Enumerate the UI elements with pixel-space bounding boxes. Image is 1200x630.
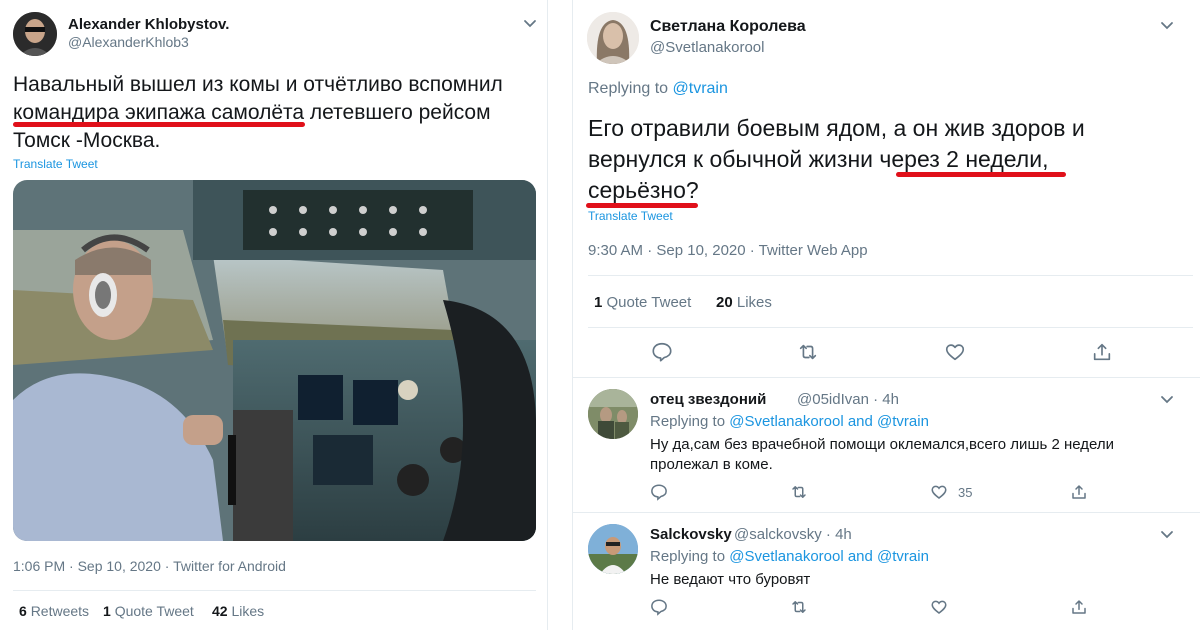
retweets-count: 6 bbox=[19, 603, 27, 619]
likes-label: Likes bbox=[736, 294, 772, 311]
divider bbox=[588, 327, 1193, 328]
tweet-text-line-3: Томск -Москва. bbox=[13, 129, 161, 152]
panel-gap bbox=[548, 0, 572, 630]
translate-tweet-link[interactable]: Translate Tweet bbox=[13, 157, 98, 171]
replying-to-prefix: Replying to bbox=[650, 548, 730, 565]
reply-icon[interactable] bbox=[650, 598, 668, 616]
likes-count: 42 bbox=[212, 603, 228, 619]
reply-time: · 4h bbox=[873, 391, 899, 408]
author-handle[interactable]: @05idIvan · 4h bbox=[797, 391, 899, 408]
reply-tweet[interactable]: Salckovsky @salckovsky · 4h Replying to … bbox=[573, 513, 1200, 630]
tweet-timestamp[interactable]: 1:06 PM · Sep 10, 2020 · Twitter for And… bbox=[13, 558, 286, 574]
red-underline bbox=[13, 122, 305, 127]
replying-to-link[interactable]: @Svetlanakorool and @tvrain bbox=[729, 413, 929, 430]
author-handle[interactable]: @AlexanderKhlob3 bbox=[68, 34, 189, 50]
quote-tweets-stat[interactable]: 1 Quote Tweet bbox=[594, 294, 691, 311]
avatar[interactable] bbox=[587, 12, 639, 64]
avatar[interactable] bbox=[588, 389, 638, 439]
avatar[interactable] bbox=[13, 12, 57, 56]
avatar-photo bbox=[588, 389, 638, 439]
share-icon[interactable] bbox=[1091, 341, 1113, 363]
tweet-timestamp[interactable]: 9:30 AM · Sep 10, 2020 · Twitter Web App bbox=[588, 242, 868, 259]
retweets-stat[interactable]: 6 Retweets bbox=[19, 603, 89, 619]
author-name[interactable]: отец звездоний bbox=[650, 391, 766, 408]
share-icon[interactable] bbox=[1070, 483, 1088, 501]
replying-to-link[interactable]: @Svetlanakorool and @tvrain bbox=[729, 548, 929, 565]
chevron-down-icon[interactable] bbox=[1158, 525, 1176, 543]
chevron-down-icon[interactable] bbox=[521, 14, 539, 32]
reply-text-line-1: Не ведают что буровят bbox=[650, 571, 811, 588]
tweet-text-line-3: серьёзно? bbox=[588, 177, 699, 203]
replying-to-prefix: Replying to bbox=[650, 413, 730, 430]
like-icon[interactable] bbox=[930, 598, 948, 616]
reply-text-line-2: пролежал в коме. bbox=[650, 456, 773, 473]
reply-time: · 4h bbox=[825, 526, 852, 543]
reply-icon[interactable] bbox=[651, 341, 673, 363]
likes-stat[interactable]: 42 Likes bbox=[212, 603, 264, 619]
author-name[interactable]: Alexander Khlobystov. bbox=[68, 16, 229, 33]
red-underline bbox=[896, 172, 1066, 177]
tweet-left: Alexander Khlobystov. @AlexanderKhlob3 Н… bbox=[0, 0, 548, 630]
retweet-icon[interactable] bbox=[790, 598, 808, 616]
tweet-right: Светлана Королева @Svetlanakorool Replyi… bbox=[572, 0, 1200, 630]
tweet-photo[interactable] bbox=[13, 180, 536, 541]
divider bbox=[13, 590, 536, 591]
quote-tweets-label: Quote Tweet bbox=[114, 603, 194, 619]
avatar-photo bbox=[587, 12, 639, 64]
replying-to: Replying to @tvrain bbox=[588, 80, 728, 98]
avatar-photo bbox=[13, 12, 57, 56]
avatar[interactable] bbox=[588, 524, 638, 574]
tweet-text-plain: вернулся к обычной жизни bbox=[588, 146, 880, 172]
share-icon[interactable] bbox=[1070, 598, 1088, 616]
translate-tweet-link[interactable]: Translate Tweet bbox=[588, 209, 673, 223]
quote-tweets-label: Quote Tweet bbox=[606, 294, 692, 311]
quote-tweets-count: 1 bbox=[103, 603, 111, 619]
highlighted-phrase: командира экипажа самолёта bbox=[13, 101, 305, 124]
author-name[interactable]: Светлана Королева bbox=[650, 18, 806, 36]
likes-stat[interactable]: 20 Likes bbox=[716, 294, 772, 311]
likes-count: 20 bbox=[716, 294, 733, 311]
chevron-down-icon[interactable] bbox=[1158, 390, 1176, 408]
tweet-text-line-1: Его отравили боевым ядом, а он жив здоро… bbox=[588, 115, 1085, 141]
handle-text: @salckovsky bbox=[734, 526, 822, 543]
tweet-text-rest: летевшего рейсом bbox=[304, 101, 491, 124]
author-name[interactable]: Salckovsky bbox=[650, 526, 732, 543]
author-handle[interactable]: @Svetlanakorool bbox=[650, 39, 764, 56]
replying-to: Replying to @Svetlanakorool and @tvrain bbox=[650, 413, 929, 430]
reply-icon[interactable] bbox=[650, 483, 668, 501]
retweets-label: Retweets bbox=[30, 603, 90, 619]
author-handle[interactable]: @salckovsky · 4h bbox=[734, 526, 852, 543]
likes-label: Likes bbox=[231, 603, 265, 619]
quote-tweets-count: 1 bbox=[594, 294, 603, 311]
like-icon[interactable] bbox=[930, 483, 948, 501]
tweet-text-line-1: Навальный вышел из комы и отчётливо вспо… bbox=[13, 73, 503, 96]
retweet-icon[interactable] bbox=[790, 483, 808, 501]
like-count: 35 bbox=[958, 485, 973, 500]
retweet-icon[interactable] bbox=[797, 341, 819, 363]
replying-to: Replying to @Svetlanakorool and @tvrain bbox=[650, 548, 929, 565]
tweet-text-line-2: вернулся к обычной жизни через 2 недели, bbox=[588, 146, 1048, 173]
reply-text-line-1: Ну да,сам без врачебной помощи оклемался… bbox=[650, 436, 1114, 453]
red-underline bbox=[586, 203, 698, 208]
replying-to-link[interactable]: @tvrain bbox=[673, 80, 728, 97]
avatar-photo bbox=[588, 524, 638, 574]
handle-text: @05idIvan bbox=[797, 391, 869, 408]
reply-tweet[interactable]: отец звездоний @05idIvan · 4h Replying t… bbox=[573, 378, 1200, 511]
quote-tweets-stat[interactable]: 1 Quote Tweet bbox=[103, 603, 194, 619]
divider bbox=[588, 275, 1193, 276]
like-icon[interactable] bbox=[944, 341, 966, 363]
cockpit-image bbox=[13, 180, 536, 541]
highlighted-phrase: через 2 недели, bbox=[879, 146, 1049, 172]
chevron-down-icon[interactable] bbox=[1158, 16, 1176, 34]
replying-to-prefix: Replying to bbox=[588, 80, 673, 97]
